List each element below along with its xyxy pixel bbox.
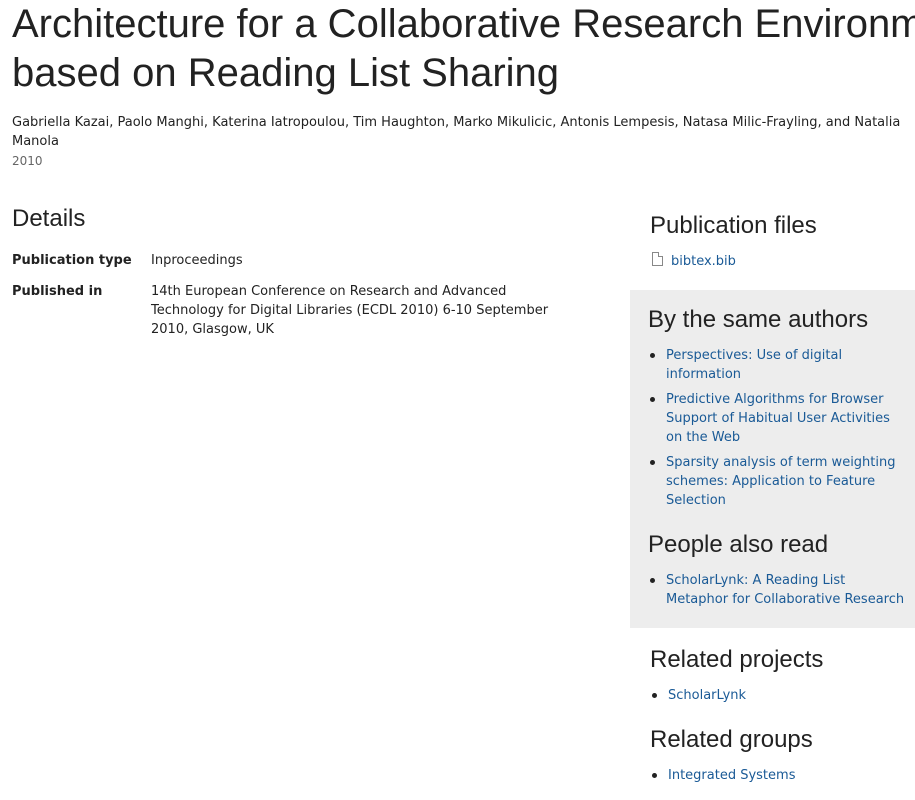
bibtex-file-link[interactable]: bibtex.bib — [652, 252, 736, 272]
detail-label: Publication type — [12, 253, 132, 268]
detail-label: Published in — [12, 284, 103, 299]
publication-files-heading: Publication files — [650, 212, 817, 239]
publication-year: 2010 — [12, 154, 43, 168]
list-item: ScholarLynk: A Reading List Metaphor for… — [648, 571, 910, 609]
publication-page: Architecture for a Collaborative Researc… — [0, 0, 915, 800]
same-authors-link[interactable]: Perspectives: Use of digital information — [666, 348, 842, 382]
people-also-read-heading: People also read — [648, 531, 829, 558]
file-link-label: bibtex.bib — [671, 254, 736, 269]
page-title-line-1: Architecture for a Collaborative Researc… — [12, 2, 915, 46]
file-icon — [652, 252, 663, 266]
related-project-link[interactable]: ScholarLynk — [668, 688, 746, 703]
related-group-link[interactable]: Integrated Systems — [668, 768, 795, 783]
page-title: Architecture for a Collaborative Researc… — [12, 0, 915, 98]
list-item: Integrated Systems — [650, 766, 900, 785]
detail-value: Inproceedings — [151, 253, 243, 268]
list-item: ScholarLynk — [650, 686, 900, 705]
related-publications-panel: By the same authors Perspectives: Use of… — [630, 290, 915, 628]
page-title-line-2: based on Reading List Sharing — [12, 51, 560, 95]
also-read-link[interactable]: ScholarLynk: A Reading List Metaphor for… — [666, 573, 904, 607]
same-authors-heading: By the same authors — [648, 306, 869, 333]
same-authors-list: Perspectives: Use of digital information… — [648, 346, 898, 516]
people-also-read-list: ScholarLynk: A Reading List Metaphor for… — [648, 571, 910, 615]
list-item: Predictive Algorithms for Browser Suppor… — [648, 390, 898, 447]
detail-value: 14th European Conference on Research and… — [151, 284, 549, 337]
detail-row-published-in: Published in 14th European Conference on… — [12, 282, 572, 342]
author-list: Gabriella Kazai, Paolo Manghi, Katerina … — [12, 115, 901, 149]
related-groups-heading: Related groups — [650, 726, 813, 753]
list-item: Sparsity analysis of term weighting sche… — [648, 453, 898, 510]
detail-row-publication-type: Publication type Inproceedings — [12, 251, 572, 271]
same-authors-link[interactable]: Sparsity analysis of term weighting sche… — [666, 455, 896, 508]
related-projects-heading: Related projects — [650, 646, 824, 673]
same-authors-link[interactable]: Predictive Algorithms for Browser Suppor… — [666, 392, 890, 445]
related-projects-list: ScholarLynk — [650, 686, 900, 711]
details-heading: Details — [12, 205, 86, 232]
list-item: Perspectives: Use of digital information — [648, 346, 898, 384]
related-groups-list: Integrated Systems — [650, 766, 900, 791]
